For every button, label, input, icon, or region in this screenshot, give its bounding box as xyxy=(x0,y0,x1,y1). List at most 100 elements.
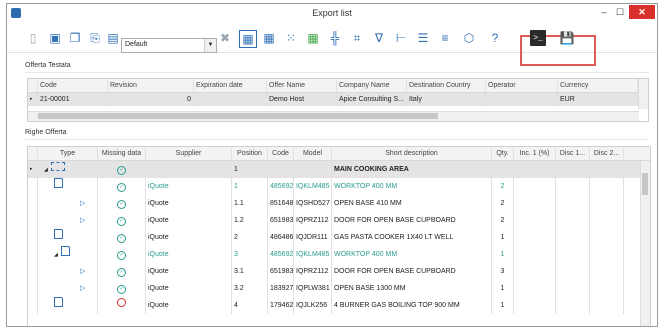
cell-inc1[interactable] xyxy=(514,246,556,263)
table-row[interactable]: ▷ ✓ iQuote 1.1 851648 IQSHD527 OPEN BASE 410 M… xyxy=(28,195,641,212)
cell-code[interactable]: 651983 xyxy=(268,212,294,229)
cell-disc1[interactable] xyxy=(556,195,590,212)
tree-icon[interactable]: ⊢ xyxy=(393,30,409,46)
help-icon[interactable]: ? xyxy=(487,30,503,46)
col-qty[interactable]: Qty. xyxy=(492,147,514,160)
expand-icon[interactable]: ◢ xyxy=(44,167,48,173)
cell-desc[interactable]: OPEN BASE 410 MM xyxy=(332,195,492,212)
cell-code[interactable]: 485692 xyxy=(268,246,294,263)
cell-disc2[interactable] xyxy=(590,195,624,212)
table-row[interactable]: iQuote 4 179462 IQJLK256 4 BURNER GAS BOILIN… xyxy=(28,297,641,314)
col-disc2[interactable]: Disc 2... xyxy=(590,147,624,160)
col-company[interactable]: Company Name xyxy=(337,79,407,92)
cell-supplier[interactable]: iQuote xyxy=(146,263,232,280)
cell-qty[interactable]: 1 xyxy=(492,297,514,314)
cell-desc[interactable]: OPEN BASE 1300 MM xyxy=(332,280,492,297)
filter-icon[interactable]: ∇ xyxy=(371,30,387,46)
cell-code[interactable]: 851648 xyxy=(268,195,294,212)
align-icon[interactable]: ☰ xyxy=(415,30,431,46)
cell-desc[interactable]: 4 BURNER GAS BOILING TOP 900 MM xyxy=(332,297,492,314)
cell-pos[interactable]: 1.2 xyxy=(232,212,268,229)
offerta-row[interactable]: ▸ 21-00001 0 Demo Host Apice Consulting … xyxy=(28,93,639,106)
cell-supplier[interactable]: iQuote xyxy=(146,297,232,314)
cell-supplier[interactable]: iQuote xyxy=(146,229,232,246)
col-disc1[interactable]: Disc 1... xyxy=(556,147,590,160)
cell-revision[interactable]: 0 xyxy=(108,93,194,106)
cell-model[interactable]: IQKLM485 xyxy=(294,246,332,263)
cell-model[interactable]: IQJDR111 xyxy=(294,229,332,246)
remove-icon[interactable]: ✖ xyxy=(217,30,233,46)
grid-alt-icon[interactable]: ▦ xyxy=(261,30,277,46)
cell-disc2[interactable] xyxy=(590,178,624,195)
cell-type[interactable]: ◢ xyxy=(38,246,98,263)
cell-qty[interactable]: 2 xyxy=(492,195,514,212)
cell-model[interactable]: IQKLM485 xyxy=(294,178,332,195)
cell-model[interactable] xyxy=(294,161,332,178)
cell-disc1[interactable] xyxy=(556,212,590,229)
righe-vscroll-thumb[interactable] xyxy=(642,173,648,195)
cell-type[interactable]: ◢ xyxy=(38,161,98,178)
cell-type[interactable]: ▷ xyxy=(38,212,98,229)
chevron-down-icon[interactable]: ▼ xyxy=(204,39,216,52)
cell-qty[interactable]: 1 xyxy=(492,280,514,297)
cell-supplier[interactable]: iQuote xyxy=(146,178,232,195)
cell-offer-name[interactable]: Demo Host xyxy=(267,93,337,106)
col-supplier[interactable]: Supplier xyxy=(146,147,232,160)
cell-disc2[interactable] xyxy=(590,212,624,229)
table-row[interactable]: ✓ iQuote 1 485692 IQKLM485 WORKTOP 400 MM 2 xyxy=(28,178,641,195)
cell-inc1[interactable] xyxy=(514,161,556,178)
cell-supplier[interactable]: iQuote xyxy=(146,246,232,263)
expand-icon[interactable]: ◢ xyxy=(54,252,58,258)
cell-code[interactable]: 651983 xyxy=(268,263,294,280)
cell-pos[interactable]: 1 xyxy=(232,161,268,178)
cell-disc2[interactable] xyxy=(590,263,624,280)
package-icon[interactable]: ⬡ xyxy=(461,30,477,46)
cell-qty[interactable] xyxy=(492,161,514,178)
cell-code[interactable]: 485692 xyxy=(268,178,294,195)
cell-disc2[interactable] xyxy=(590,229,624,246)
cell-type[interactable] xyxy=(38,297,98,314)
table-row[interactable]: ▷ ✓ iQuote 3.1 651983 IQPRZ112 DOOR FOR OPEN B… xyxy=(28,263,641,280)
cell-model[interactable]: IQSHD527 xyxy=(294,195,332,212)
cell-supplier[interactable]: iQuote xyxy=(146,280,232,297)
cell-operator[interactable] xyxy=(486,93,558,106)
cell-model[interactable]: IQJLK256 xyxy=(294,297,332,314)
cell-disc2[interactable] xyxy=(590,297,624,314)
close-button[interactable]: ✕ xyxy=(629,5,655,19)
col-destination[interactable]: Destination Country xyxy=(407,79,486,92)
cell-desc[interactable]: MAIN COOKING AREA xyxy=(332,161,492,178)
cell-destination[interactable]: Italy xyxy=(407,93,486,106)
grid-icon[interactable]: ▦ xyxy=(239,30,257,48)
code-icon[interactable]: ⌗ xyxy=(349,30,365,46)
table-row[interactable]: ◢ ✓ iQuote 3 485692 IQKLM485 WORKTOP 400 MM 1 xyxy=(28,246,641,263)
cell-supplier[interactable]: iQuote xyxy=(146,195,232,212)
cell-model[interactable]: IQPRZ112 xyxy=(294,263,332,280)
cell-model[interactable]: IQPRZ112 xyxy=(294,212,332,229)
cell-inc1[interactable] xyxy=(514,297,556,314)
cell-qty[interactable]: 2 xyxy=(492,212,514,229)
minimize-button[interactable]: – xyxy=(597,5,611,19)
cell-model[interactable]: IQPLW381 xyxy=(294,280,332,297)
new-doc-icon[interactable]: ▯ xyxy=(25,30,41,46)
cell-pos[interactable]: 2 xyxy=(232,229,268,246)
maximize-button[interactable]: ☐ xyxy=(613,5,627,19)
cell-inc1[interactable] xyxy=(514,212,556,229)
cell-supplier[interactable] xyxy=(146,161,232,178)
cell-disc1[interactable] xyxy=(556,161,590,178)
align-center-icon[interactable]: ≡ xyxy=(437,30,453,46)
cell-desc[interactable]: DOOR FOR OPEN BASE CUPBOARD xyxy=(332,212,492,229)
cell-code[interactable]: 21-00001 xyxy=(38,93,108,106)
cell-type[interactable]: ▷ xyxy=(38,195,98,212)
col-currency[interactable]: Currency xyxy=(558,79,638,92)
cell-expiration[interactable] xyxy=(194,93,267,106)
cell-disc1[interactable] xyxy=(556,297,590,314)
cell-disc2[interactable] xyxy=(590,246,624,263)
cell-disc2[interactable] xyxy=(590,161,624,178)
cell-pos[interactable]: 4 xyxy=(232,297,268,314)
cell-code[interactable]: 179462 xyxy=(268,297,294,314)
cell-pos[interactable]: 1 xyxy=(232,178,268,195)
cell-qty[interactable]: 3 xyxy=(492,263,514,280)
cell-disc2[interactable] xyxy=(590,280,624,297)
table-row[interactable]: ▸ ◢ ✓ 1 MAIN COOKING AREA xyxy=(28,161,641,178)
cell-inc1[interactable] xyxy=(514,178,556,195)
